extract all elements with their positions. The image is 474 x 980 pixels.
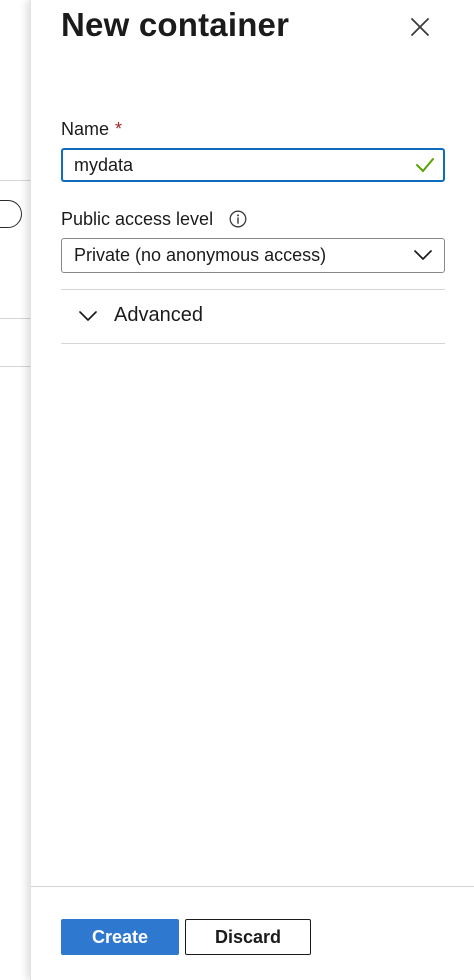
background-divider: [0, 318, 30, 319]
blade-title: New container: [61, 6, 290, 43]
background-page: [0, 0, 32, 980]
background-toggle: [0, 200, 22, 228]
new-container-blade: New container Name* Public access level …: [30, 0, 474, 980]
public-access-label: Public access level: [61, 209, 214, 229]
name-label-text: Name: [61, 119, 110, 139]
check-icon: [416, 158, 434, 172]
discard-button[interactable]: Discard: [185, 919, 311, 955]
close-button[interactable]: [407, 14, 433, 40]
chevron-down-icon: [414, 250, 432, 260]
background-divider: [0, 180, 30, 181]
footer-divider: [31, 886, 474, 887]
screen: New container Name* Public access level …: [0, 0, 474, 980]
create-button[interactable]: Create: [61, 919, 179, 955]
chevron-down-icon: [79, 311, 97, 321]
public-access-select[interactable]: Private (no anonymous access): [61, 238, 445, 273]
info-icon[interactable]: [229, 210, 247, 228]
name-field-wrapper: [61, 148, 445, 182]
name-input[interactable]: [63, 150, 443, 180]
name-label: Name *: [61, 119, 122, 140]
background-divider: [0, 366, 30, 367]
required-marker: *: [115, 119, 123, 139]
advanced-section-toggle[interactable]: Advanced: [61, 290, 445, 342]
advanced-label: Advanced: [114, 304, 203, 326]
section-divider: [61, 343, 445, 344]
close-icon: [411, 18, 429, 36]
public-access-selected-value: Private (no anonymous access): [74, 245, 327, 265]
